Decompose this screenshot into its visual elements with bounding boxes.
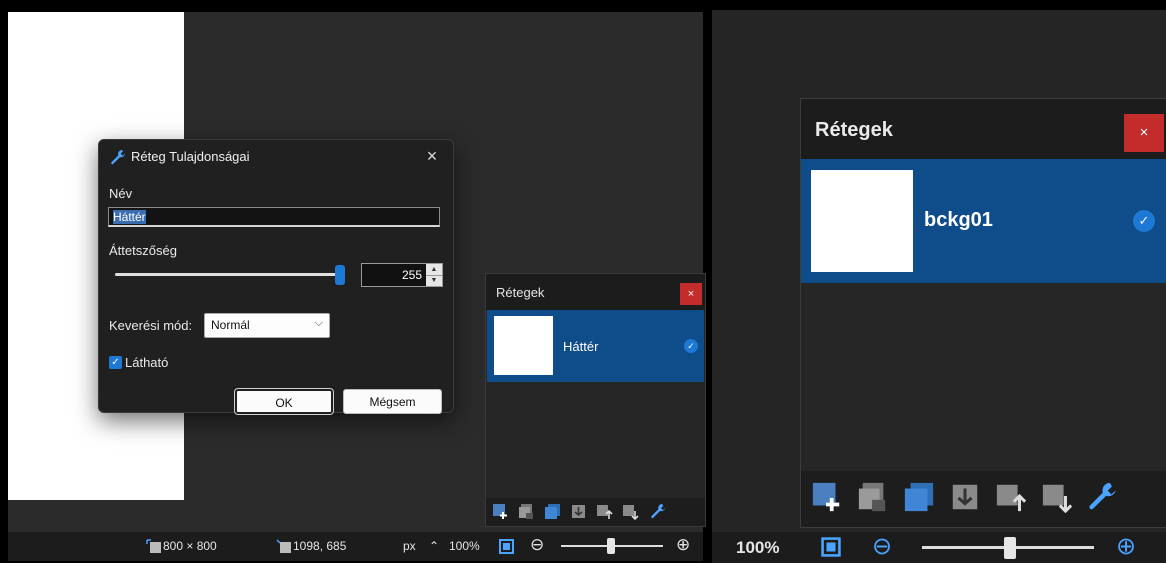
image-size-readout: 800 × 800: [163, 539, 217, 553]
close-icon[interactable]: ×: [421, 145, 443, 167]
dialog-title: Réteg Tulajdonságai: [131, 149, 250, 164]
opacity-slider-track[interactable]: [115, 273, 345, 276]
layers-panel-title: Rétegek: [815, 119, 893, 141]
move-layer-down-icon[interactable]: [622, 503, 639, 520]
unit-selector[interactable]: px: [403, 539, 416, 553]
visibility-check-icon[interactable]: ✓: [684, 339, 698, 353]
blend-mode-select[interactable]: Normál ⌵: [204, 313, 330, 338]
cursor-position-icon: [276, 539, 291, 553]
wrench-icon: [111, 150, 125, 165]
layer-name: Háttér: [563, 339, 599, 354]
layers-panel-zoomed: Rétegek × bckg01 ✓: [800, 98, 1166, 528]
zoom-slider-thumb[interactable]: [607, 538, 615, 554]
zoom-in-icon[interactable]: ⊕: [1116, 532, 1136, 561]
name-label: Név: [109, 186, 133, 201]
status-bar-zoomed: 100% ⊖ ⊕: [712, 532, 1166, 563]
zoom-readout[interactable]: 100%: [736, 538, 779, 558]
opacity-slider-thumb[interactable]: [335, 265, 345, 285]
zoom-slider-thumb[interactable]: [1004, 537, 1016, 559]
layer-thumbnail: [811, 170, 913, 272]
image-size-icon: [146, 539, 161, 553]
layer-thumbnail: [494, 316, 553, 375]
layer-row[interactable]: Háttér ✓: [487, 310, 704, 382]
blend-mode-value: Normál: [211, 318, 250, 332]
layer-name-input[interactable]: Háttér: [108, 207, 440, 227]
layers-panel-title: Rétegek: [496, 285, 545, 300]
merge-layer-down-icon[interactable]: [570, 503, 587, 520]
chevron-down-icon: ⌵: [314, 317, 323, 329]
ok-button[interactable]: OK: [234, 388, 334, 415]
opacity-spinbox[interactable]: 255 ▲ ▼: [361, 263, 443, 287]
zoom-in-icon[interactable]: ⊕: [676, 535, 690, 555]
add-layer-icon[interactable]: [492, 503, 509, 520]
layer-row[interactable]: bckg01 ✓: [801, 159, 1166, 283]
layers-toolbar: [486, 498, 705, 526]
move-layer-up-icon[interactable]: [596, 503, 613, 520]
layer-name-value: Háttér: [113, 210, 146, 224]
delete-layer-icon[interactable]: [857, 481, 889, 513]
zoom-out-icon[interactable]: ⊖: [530, 535, 544, 555]
zoom-out-icon[interactable]: ⊖: [872, 532, 892, 561]
layers-panel: Rétegek × Háttér ✓: [485, 273, 706, 527]
spin-down-icon[interactable]: ▼: [426, 275, 442, 286]
cancel-button[interactable]: Mégsem: [343, 389, 442, 414]
delete-layer-icon[interactable]: [518, 503, 535, 520]
zoom-readout[interactable]: 100%: [449, 539, 480, 553]
close-icon[interactable]: ×: [1124, 114, 1164, 152]
opacity-value: 255: [401, 268, 422, 282]
visibility-check-icon[interactable]: ✓: [1133, 210, 1155, 232]
opacity-label: Áttetszőség: [109, 243, 177, 258]
visible-label: Látható: [125, 355, 169, 370]
layer-name: bckg01: [924, 209, 993, 231]
chevron-up-icon[interactable]: ⌃: [429, 539, 439, 553]
move-layer-down-icon[interactable]: [1041, 481, 1073, 513]
layer-properties-dialog: Réteg Tulajdonságai × Név Háttér Áttetsz…: [98, 139, 454, 415]
layer-properties-icon[interactable]: [1087, 481, 1119, 513]
cursor-position-readout: 1098, 685: [293, 539, 347, 553]
move-layer-up-icon[interactable]: [995, 481, 1027, 513]
visible-checkbox[interactable]: ✓: [109, 356, 122, 369]
layers-toolbar: [801, 471, 1166, 527]
merge-layer-down-icon[interactable]: [949, 481, 981, 513]
zoom-to-window-icon[interactable]: [498, 538, 515, 555]
duplicate-layer-icon[interactable]: [544, 503, 561, 520]
close-icon[interactable]: ×: [680, 283, 702, 305]
zoom-to-window-icon[interactable]: [820, 536, 842, 558]
blend-mode-label: Keverési mód:: [109, 318, 193, 333]
duplicate-layer-icon[interactable]: [903, 481, 935, 513]
layer-properties-icon[interactable]: [650, 503, 667, 520]
status-bar: 800 × 800 1098, 685 px ⌃ 100% ⊖ ⊕: [8, 532, 703, 561]
spin-buttons: ▲ ▼: [426, 264, 442, 286]
add-layer-icon[interactable]: [811, 481, 843, 513]
